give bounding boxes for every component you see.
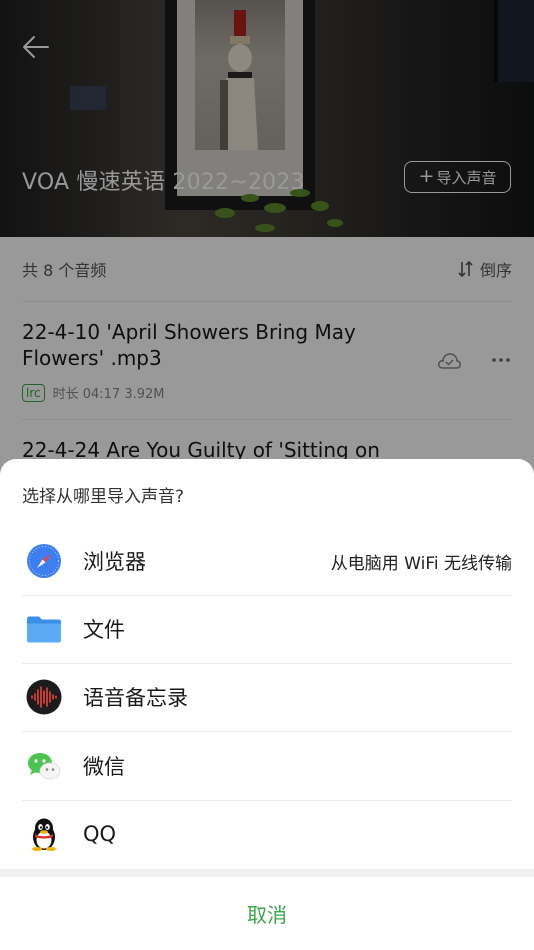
option-browser[interactable]: 浏览器 从电脑用 WiFi 无线传输 xyxy=(22,527,512,596)
wechat-icon xyxy=(28,753,61,780)
option-label: QQ xyxy=(83,822,117,846)
option-label: 文件 xyxy=(83,618,125,642)
wifi-transfer-link[interactable]: 从电脑用 WiFi 无线传输 xyxy=(331,549,512,574)
option-qq[interactable]: QQ xyxy=(22,800,512,868)
option-label: 微信 xyxy=(83,755,125,779)
option-voice-memos[interactable]: 语音备忘录 xyxy=(22,663,512,732)
cancel-button[interactable]: 取消 xyxy=(0,877,534,950)
compass-icon xyxy=(27,544,61,578)
option-label: 语音备忘录 xyxy=(83,686,188,710)
sheet-divider xyxy=(0,869,534,877)
option-label: 浏览器 xyxy=(83,550,146,574)
option-files[interactable]: 文件 xyxy=(22,595,512,664)
import-source-sheet: 选择从哪里导入声音? 浏览器 从电脑用 WiFi 无线传输 文件 语音备忘录 微… xyxy=(0,459,534,950)
option-wechat[interactable]: 微信 xyxy=(22,732,512,801)
sheet-title: 选择从哪里导入声音? xyxy=(22,487,185,507)
folder-icon xyxy=(27,616,61,643)
qq-penguin-icon xyxy=(32,818,56,851)
voice-memo-icon xyxy=(26,679,62,715)
